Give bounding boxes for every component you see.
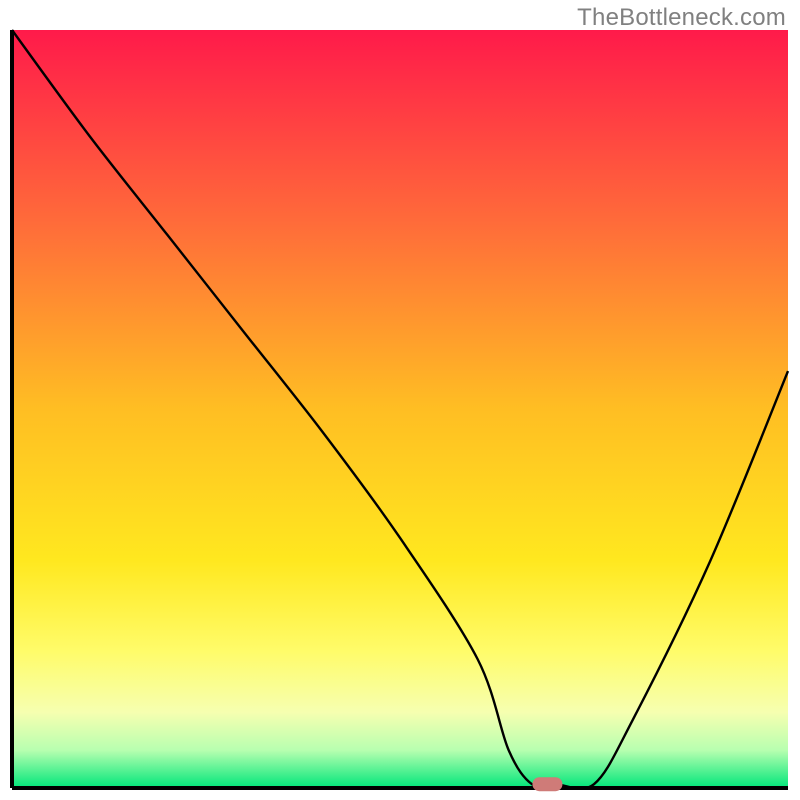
bottleneck-chart — [0, 0, 800, 800]
gradient-background — [12, 30, 788, 788]
marker-pill — [532, 777, 562, 791]
plot-area — [12, 30, 788, 791]
chart-container: TheBottleneck.com — [0, 0, 800, 800]
watermark-label: TheBottleneck.com — [577, 4, 786, 32]
